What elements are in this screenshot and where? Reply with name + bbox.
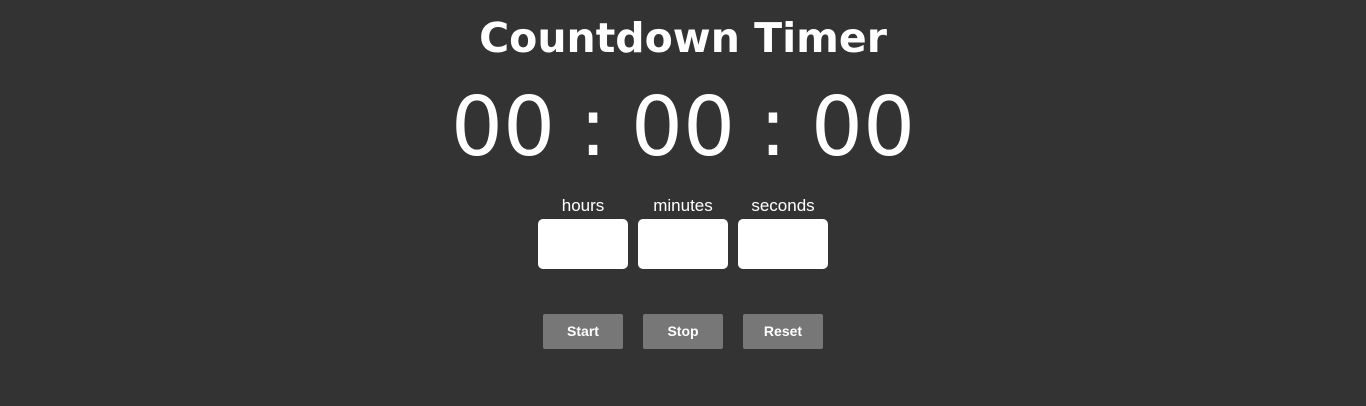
seconds-field-group: seconds: [738, 194, 828, 269]
timer-display: 00:00:00: [0, 80, 1366, 176]
display-seconds: 00: [810, 80, 916, 175]
display-minutes: 00: [630, 80, 736, 175]
minutes-field-group: minutes: [638, 194, 728, 269]
hours-field-group: hours: [538, 194, 628, 269]
seconds-input[interactable]: [738, 219, 828, 269]
page-title: Countdown Timer: [479, 14, 887, 62]
reset-button[interactable]: Reset: [743, 314, 823, 349]
hours-label: hours: [561, 196, 605, 215]
stop-button[interactable]: Stop: [643, 314, 723, 349]
minutes-label: minutes: [653, 196, 713, 215]
display-separator: :: [579, 80, 607, 175]
time-input-group: hours minutes seconds: [538, 194, 828, 270]
display-hours: 00: [450, 80, 556, 175]
start-button[interactable]: Start: [543, 314, 623, 349]
minutes-input[interactable]: [638, 219, 728, 269]
control-buttons: Start Stop Reset: [543, 314, 823, 349]
hours-input[interactable]: [538, 219, 628, 269]
seconds-label: seconds: [751, 196, 815, 215]
countdown-page: Countdown Timer 00:00:00 hours minutes s…: [0, 0, 1366, 406]
display-separator: :: [759, 80, 787, 175]
